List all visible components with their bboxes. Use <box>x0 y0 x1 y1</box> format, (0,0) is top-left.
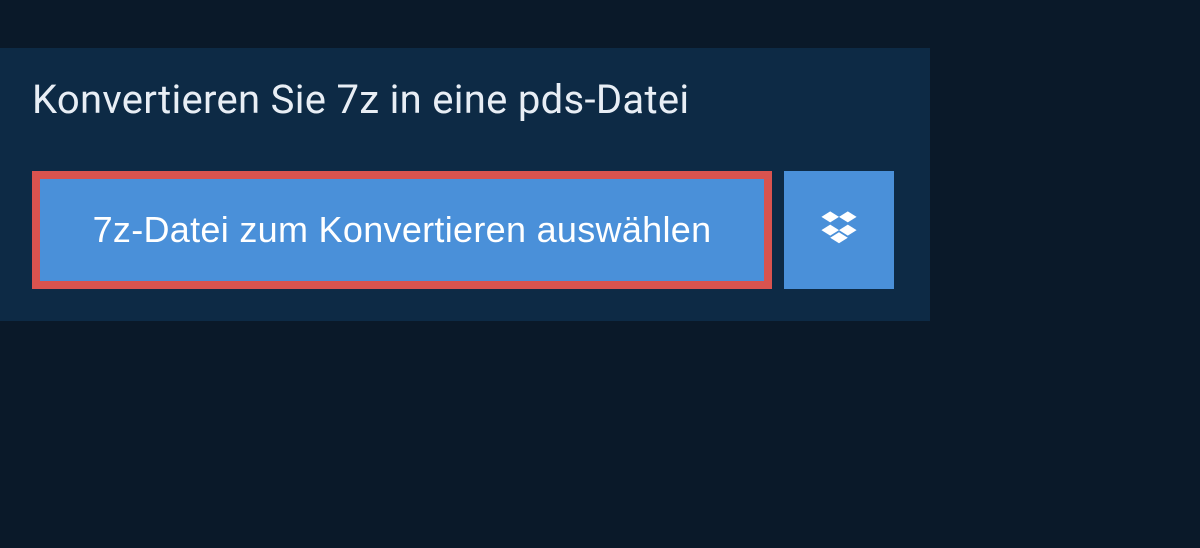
title-bar: Konvertieren Sie 7z in eine pds-Datei <box>0 48 930 151</box>
select-file-button[interactable]: 7z-Datei zum Konvertieren auswählen <box>32 171 772 289</box>
dropbox-icon <box>817 207 861 254</box>
button-row: 7z-Datei zum Konvertieren auswählen <box>0 171 930 289</box>
converter-panel: Konvertieren Sie 7z in eine pds-Datei 7z… <box>0 48 930 321</box>
select-file-button-label: 7z-Datei zum Konvertieren auswählen <box>93 209 712 251</box>
page-title: Konvertieren Sie 7z in eine pds-Datei <box>32 76 898 123</box>
dropbox-button[interactable] <box>784 171 894 289</box>
